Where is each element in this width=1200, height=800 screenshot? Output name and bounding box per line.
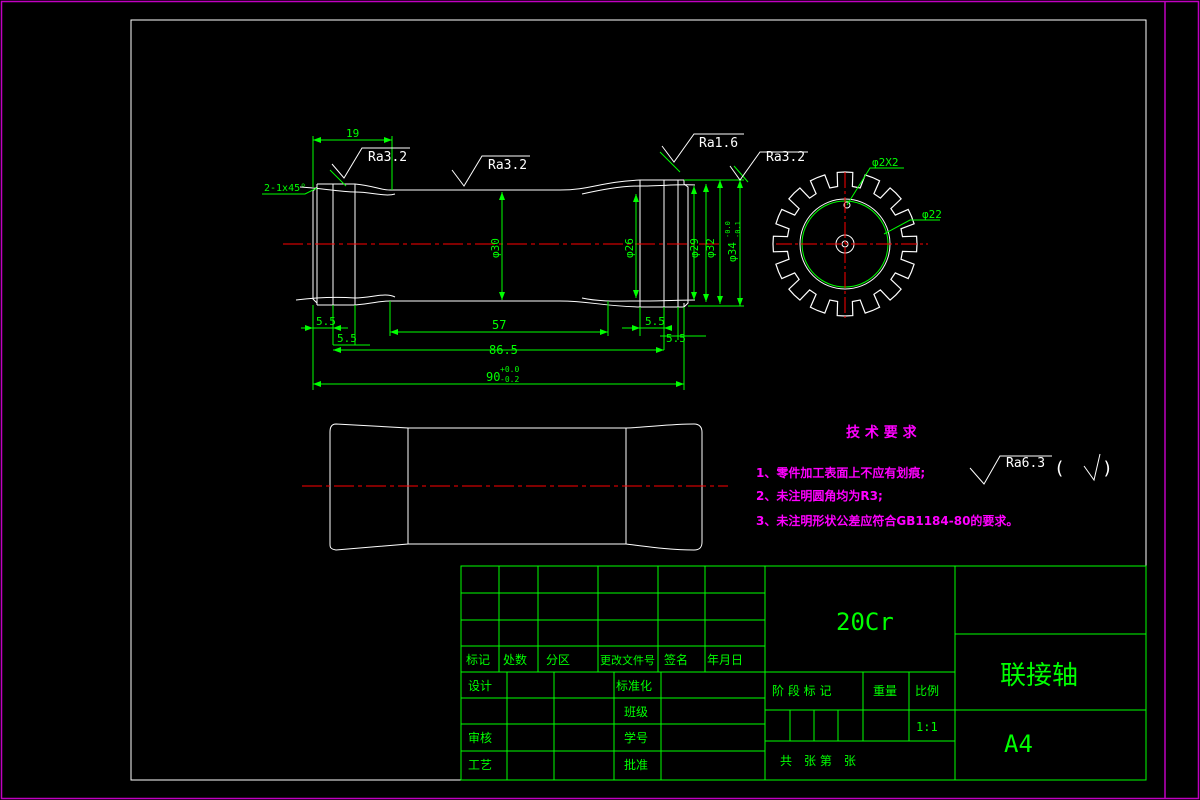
dim-chamfer: 2-1x45° [264,183,306,194]
outline-view-right [625,423,703,551]
note-2: 2、未注明圆角均为R3; [756,488,883,503]
lbl-process: 工艺 [468,758,492,772]
dim-phi30: φ30 [489,238,502,258]
roughness-check [1083,453,1101,482]
dim-19: 19 [346,127,359,140]
cad-drawing: 19 2-1x45° 5.5 5.5 57 5.5 5.5 86.5 90 +0… [0,0,1200,800]
notes-title: 技 术 要 求 [846,424,918,441]
lbl-approve: 批准 [624,757,648,772]
lbl-weight: 重量 [873,684,897,698]
shaft-left-end [312,186,318,304]
dim-phi34: φ34 [726,242,739,262]
dim-phi26: φ26 [623,238,636,258]
material: 20Cr [836,608,894,636]
dim-90-tol-lower: -0.2 [500,375,519,384]
dim-phi2x2: φ2X2 [872,156,899,169]
dim-5-5-right-outer: 5.5 [666,332,686,345]
roughness-r2: Ra3.2 [488,158,527,173]
sheet-size: A4 [1004,730,1033,758]
hdr-zone: 分区 [546,653,570,667]
dim-5-5-left-outer: 5.5 [316,315,336,328]
outline-view-body [329,423,409,551]
dim-57: 57 [492,318,506,332]
dim-phi34-tol-upper: -0.0 [724,221,732,238]
shaft-bottom-profile [317,300,685,308]
roughness-paren-close: ) [1102,458,1113,479]
roughness-r1: Ra3.2 [368,150,407,165]
note-1: 1、零件加工表面上不应有划痕; [756,465,925,480]
shaft-top-profile [317,179,685,191]
hdr-mark: 标记 [466,653,490,667]
note-3: 3、未注明形状公差应符合GB1184-80的要求。 [756,513,1018,528]
hdr-sign: 签名 [664,652,688,667]
roughness-labels: Ra3.2 Ra3.2 Ra1.6 Ra3.2 [368,136,805,173]
dim-phi22: φ22 [922,208,942,221]
roughness-r4: Ra3.2 [766,150,805,165]
technical-notes: 技 术 要 求 1、零件加工表面上不应有划痕; 2、未注明圆角均为R3; 3、未… [756,424,1018,528]
tooth-hint-bottom-left [295,294,396,301]
lbl-student-id: 学号 [624,730,648,745]
hdr-count: 处数 [503,652,527,667]
roughness-r3: Ra1.6 [699,136,738,151]
part-name: 联接轴 [1000,661,1078,691]
roughness-general: Ra6.3 [1006,456,1045,471]
lbl-standard: 标准化 [616,679,652,693]
dim-5-5-left-inner: 5.5 [337,332,357,345]
dim-5-5-right-inner: 5.5 [645,315,665,328]
dim-phi34-tol-lower: -0.1 [734,221,742,238]
lbl-review: 审核 [468,730,492,745]
lbl-scale: 比例 [915,684,939,698]
shaft-outline-view [329,423,703,551]
lbl-design: 设计 [468,679,492,693]
phi22-leader [883,219,940,235]
gear-end-view: φ2X2 φ22 [772,156,942,318]
lbl-stage: 阶 段 标 记 [772,683,831,698]
title-block-text: 20Cr 联接轴 A4 1:1 标记 处数 分区 更改文件号 签名 年月日 设计… [466,608,1078,772]
hdr-doc: 更改文件号 [600,653,655,667]
dim-86-5: 86.5 [489,343,518,357]
drawing-canvas: 19 2-1x45° 5.5 5.5 57 5.5 5.5 86.5 90 +0… [0,0,1200,800]
hdr-date: 年月日 [707,653,743,667]
dim-90: 90 [486,370,500,384]
roughness-paren-open: ( [1054,458,1065,479]
dim-phi29: φ29 [688,238,701,258]
lbl-sheets: 共 张 第 张 [780,754,856,768]
dim-phi32: φ32 [704,238,717,258]
lbl-class: 班级 [624,705,648,719]
scale-value: 1:1 [916,720,938,734]
general-roughness: Ra6.3 ( ) [969,453,1113,485]
dim-90-tol-upper: +0.0 [500,365,519,374]
tooth-hint-top-left [299,186,396,196]
